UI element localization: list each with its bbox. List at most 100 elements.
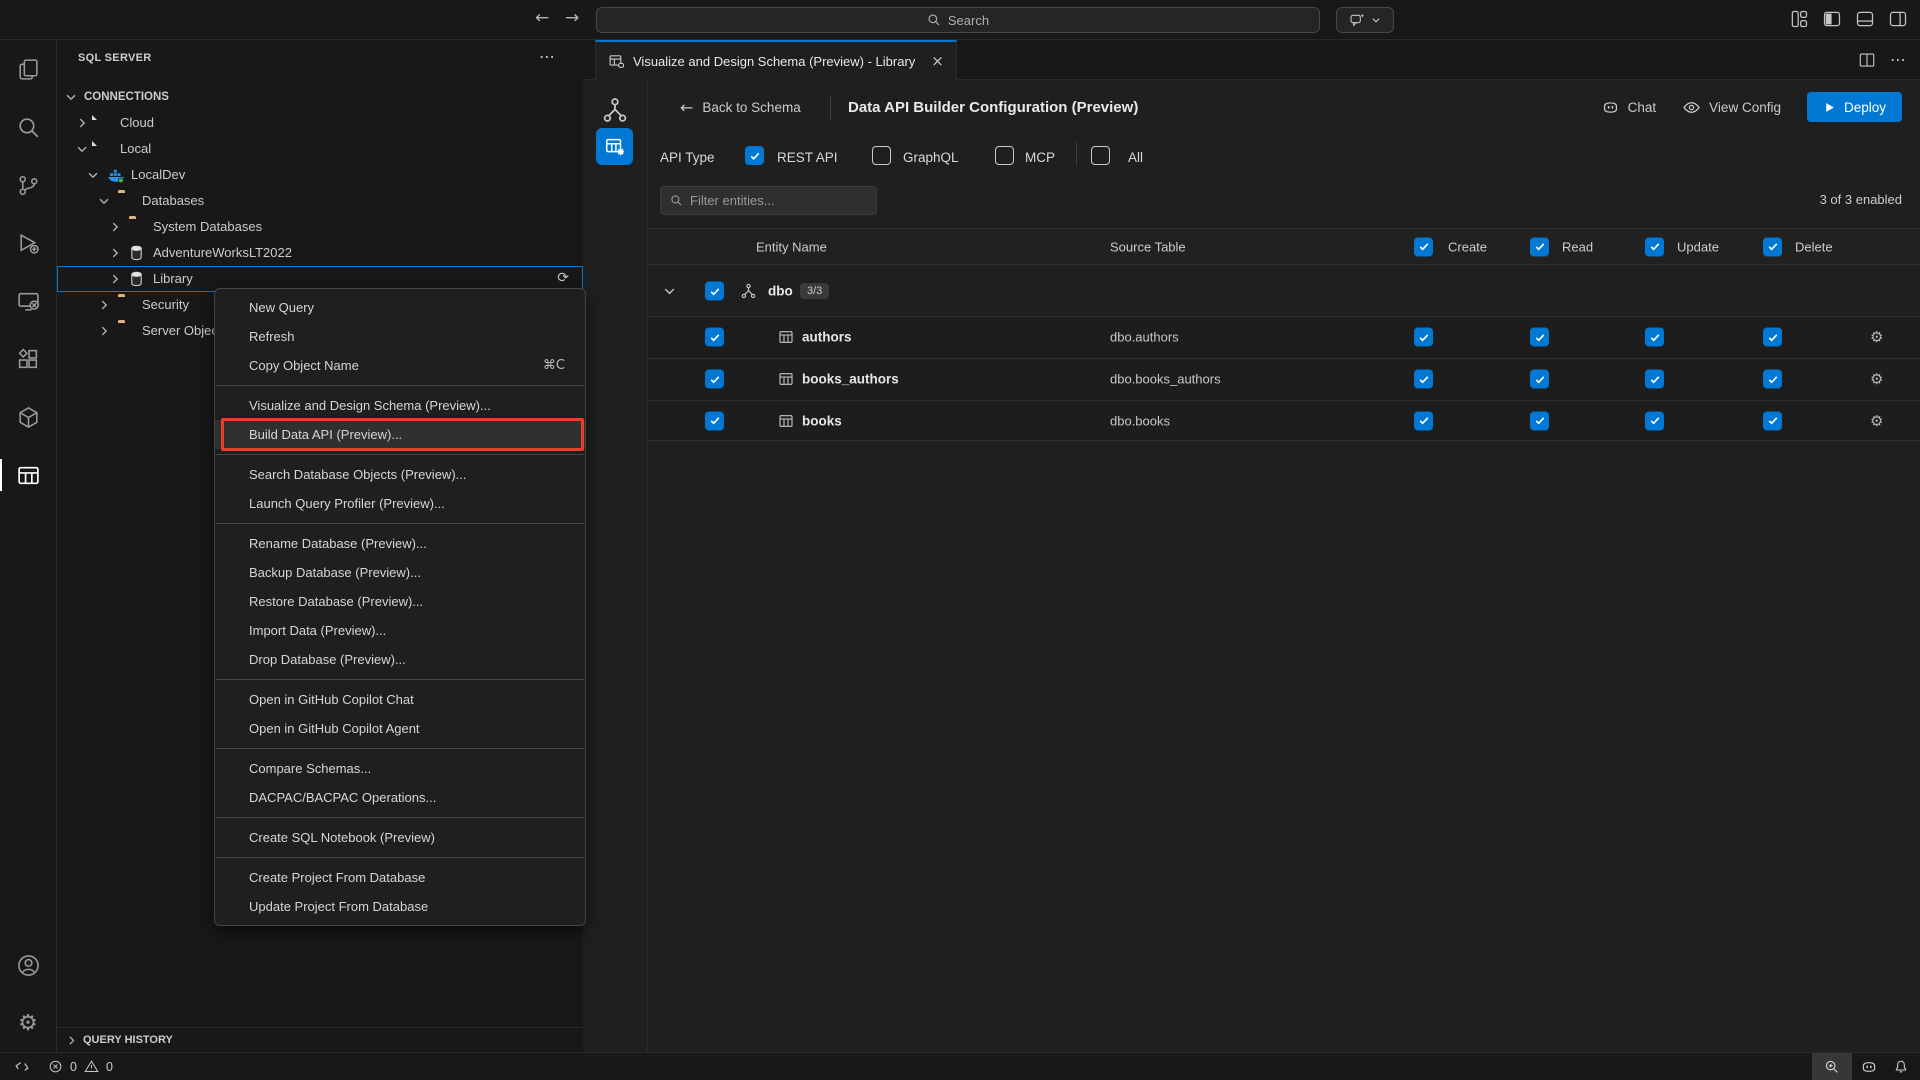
menu-item-compare-schemas[interactable]: Compare Schemas... <box>215 754 585 783</box>
remote-explorer-icon[interactable] <box>0 272 56 330</box>
menu-item-rename-database[interactable]: Rename Database (Preview)... <box>215 529 585 558</box>
explorer-icon[interactable] <box>0 40 56 98</box>
toggle-primary-sidebar-icon[interactable] <box>1822 9 1842 29</box>
errors-icon[interactable] <box>48 1059 63 1074</box>
query-history-section[interactable]: QUERY HISTORY <box>57 1027 583 1052</box>
nav-back-icon[interactable]: ← <box>535 8 549 28</box>
filter-entities-box[interactable] <box>660 186 877 215</box>
run-debug-icon[interactable] <box>0 214 56 272</box>
delete-checkbox[interactable] <box>1763 370 1782 389</box>
nav-forward-icon[interactable]: → <box>565 8 579 28</box>
update-checkbox[interactable] <box>1645 370 1664 389</box>
delete-all-checkbox[interactable] <box>1763 237 1782 256</box>
tab-visualize-design-schema[interactable]: Visualize and Design Schema (Preview) - … <box>595 40 957 80</box>
more-actions-icon[interactable]: ⋯ <box>539 47 555 66</box>
menu-item-refresh[interactable]: Refresh <box>215 322 585 351</box>
group-checkbox[interactable] <box>705 282 724 301</box>
connect-refresh-icon[interactable]: ⟳ <box>557 270 569 286</box>
copilot-chat-button[interactable] <box>1336 7 1394 33</box>
warnings-count[interactable]: 0 <box>106 1060 113 1074</box>
read-checkbox[interactable] <box>1530 411 1549 430</box>
row-settings-gear-icon[interactable]: ⚙ <box>1870 370 1883 388</box>
rest-api-checkbox[interactable] <box>745 146 764 165</box>
row-checkbox[interactable] <box>705 370 724 389</box>
menu-item-build-data-api[interactable]: Build Data API (Preview)... <box>215 420 585 449</box>
account-icon[interactable] <box>0 936 56 994</box>
tree-item-connections[interactable]: CONNECTIONS <box>57 84 583 110</box>
filter-entities-input[interactable] <box>690 193 867 208</box>
schema-icon <box>740 283 757 300</box>
create-checkbox[interactable] <box>1414 411 1433 430</box>
menu-item-import-data[interactable]: Import Data (Preview)... <box>215 616 585 645</box>
tab-close-icon[interactable]: × <box>931 52 944 70</box>
create-checkbox[interactable] <box>1414 328 1433 347</box>
menu-item-open-copilot-agent[interactable]: Open in GitHub Copilot Agent <box>215 714 585 743</box>
notifications-bell-icon[interactable] <box>1886 1053 1916 1080</box>
customize-layout-icon[interactable] <box>1789 9 1809 29</box>
errors-count[interactable]: 0 <box>70 1060 77 1074</box>
source-control-icon[interactable] <box>0 156 56 214</box>
toggle-panel-icon[interactable] <box>1855 9 1875 29</box>
menu-item-restore-database[interactable]: Restore Database (Preview)... <box>215 587 585 616</box>
deploy-button[interactable]: Deploy <box>1807 92 1902 122</box>
database-projects-icon[interactable] <box>0 388 56 446</box>
tree-item-local[interactable]: Local <box>57 136 583 162</box>
row-settings-gear-icon[interactable]: ⚙ <box>1870 412 1883 430</box>
menu-item-create-project-from-database[interactable]: Create Project From Database <box>215 863 585 892</box>
back-to-schema-link[interactable]: ← Back to Schema <box>680 98 801 117</box>
menu-item-copy-object-name[interactable]: Copy Object Name⌘C <box>215 351 585 380</box>
entity-row-books[interactable]: books dbo.books ⚙ <box>648 400 1920 441</box>
menu-item-new-query[interactable]: New Query <box>215 293 585 322</box>
menu-item-update-project-from-database[interactable]: Update Project From Database <box>215 892 585 921</box>
update-checkbox[interactable] <box>1645 411 1664 430</box>
menu-item-backup-database[interactable]: Backup Database (Preview)... <box>215 558 585 587</box>
read-all-checkbox[interactable] <box>1530 237 1549 256</box>
split-editor-icon[interactable] <box>1858 51 1876 69</box>
warnings-icon[interactable] <box>84 1059 99 1074</box>
read-checkbox[interactable] <box>1530 328 1549 347</box>
create-checkbox[interactable] <box>1414 370 1433 389</box>
chevron-down-icon[interactable] <box>662 284 677 299</box>
settings-gear-icon[interactable]: ⚙ <box>0 994 56 1052</box>
tree-item-localdev[interactable]: LocalDev <box>57 162 583 188</box>
extensions-icon[interactable] <box>0 330 56 388</box>
search-command-center[interactable]: Search <box>596 7 1320 33</box>
chat-button[interactable]: Chat <box>1601 98 1657 117</box>
tree-item-databases[interactable]: Databases <box>57 188 583 214</box>
delete-checkbox[interactable] <box>1763 411 1782 430</box>
view-config-button[interactable]: View Config <box>1682 98 1781 117</box>
menu-item-open-copilot-chat[interactable]: Open in GitHub Copilot Chat <box>215 685 585 714</box>
toggle-secondary-sidebar-icon[interactable] <box>1888 9 1908 29</box>
all-checkbox[interactable] <box>1091 146 1110 165</box>
tree-item-system-databases[interactable]: System Databases <box>57 214 583 240</box>
row-checkbox[interactable] <box>705 328 724 347</box>
copilot-status-icon[interactable] <box>1852 1053 1886 1080</box>
create-all-checkbox[interactable] <box>1414 237 1433 256</box>
remote-indicator-icon[interactable] <box>14 1059 30 1075</box>
delete-checkbox[interactable] <box>1763 328 1782 347</box>
search-sidebar-icon[interactable] <box>0 98 56 156</box>
menu-item-launch-query-profiler[interactable]: Launch Query Profiler (Preview)... <box>215 489 585 518</box>
schema-diagram-tool-icon[interactable] <box>601 96 629 124</box>
read-checkbox[interactable] <box>1530 370 1549 389</box>
row-settings-gear-icon[interactable]: ⚙ <box>1870 328 1883 346</box>
zoom-status-item[interactable] <box>1812 1053 1852 1080</box>
entity-row-authors[interactable]: authors dbo.authors ⚙ <box>648 316 1920 357</box>
sql-server-extension-icon[interactable] <box>0 446 56 504</box>
schema-group-row[interactable]: dbo 3/3 <box>648 266 1920 316</box>
update-checkbox[interactable] <box>1645 328 1664 347</box>
entity-row-books-authors[interactable]: books_authors dbo.books_authors ⚙ <box>648 358 1920 399</box>
tree-item-cloud[interactable]: Cloud <box>57 110 583 136</box>
tree-item-adventureworks[interactable]: AdventureWorksLT2022 <box>57 240 583 266</box>
editor-more-actions-icon[interactable]: ⋯ <box>1890 51 1906 69</box>
menu-item-visualize-design-schema[interactable]: Visualize and Design Schema (Preview)... <box>215 391 585 420</box>
graphql-checkbox[interactable] <box>872 146 891 165</box>
mcp-checkbox[interactable] <box>995 146 1014 165</box>
menu-item-drop-database[interactable]: Drop Database (Preview)... <box>215 645 585 674</box>
row-checkbox[interactable] <box>705 411 724 430</box>
dab-config-tool-icon[interactable] <box>596 128 633 165</box>
menu-item-create-sql-notebook[interactable]: Create SQL Notebook (Preview) <box>215 823 585 852</box>
menu-item-search-database-objects[interactable]: Search Database Objects (Preview)... <box>215 460 585 489</box>
update-all-checkbox[interactable] <box>1645 237 1664 256</box>
menu-item-dacpac-bacpac[interactable]: DACPAC/BACPAC Operations... <box>215 783 585 812</box>
